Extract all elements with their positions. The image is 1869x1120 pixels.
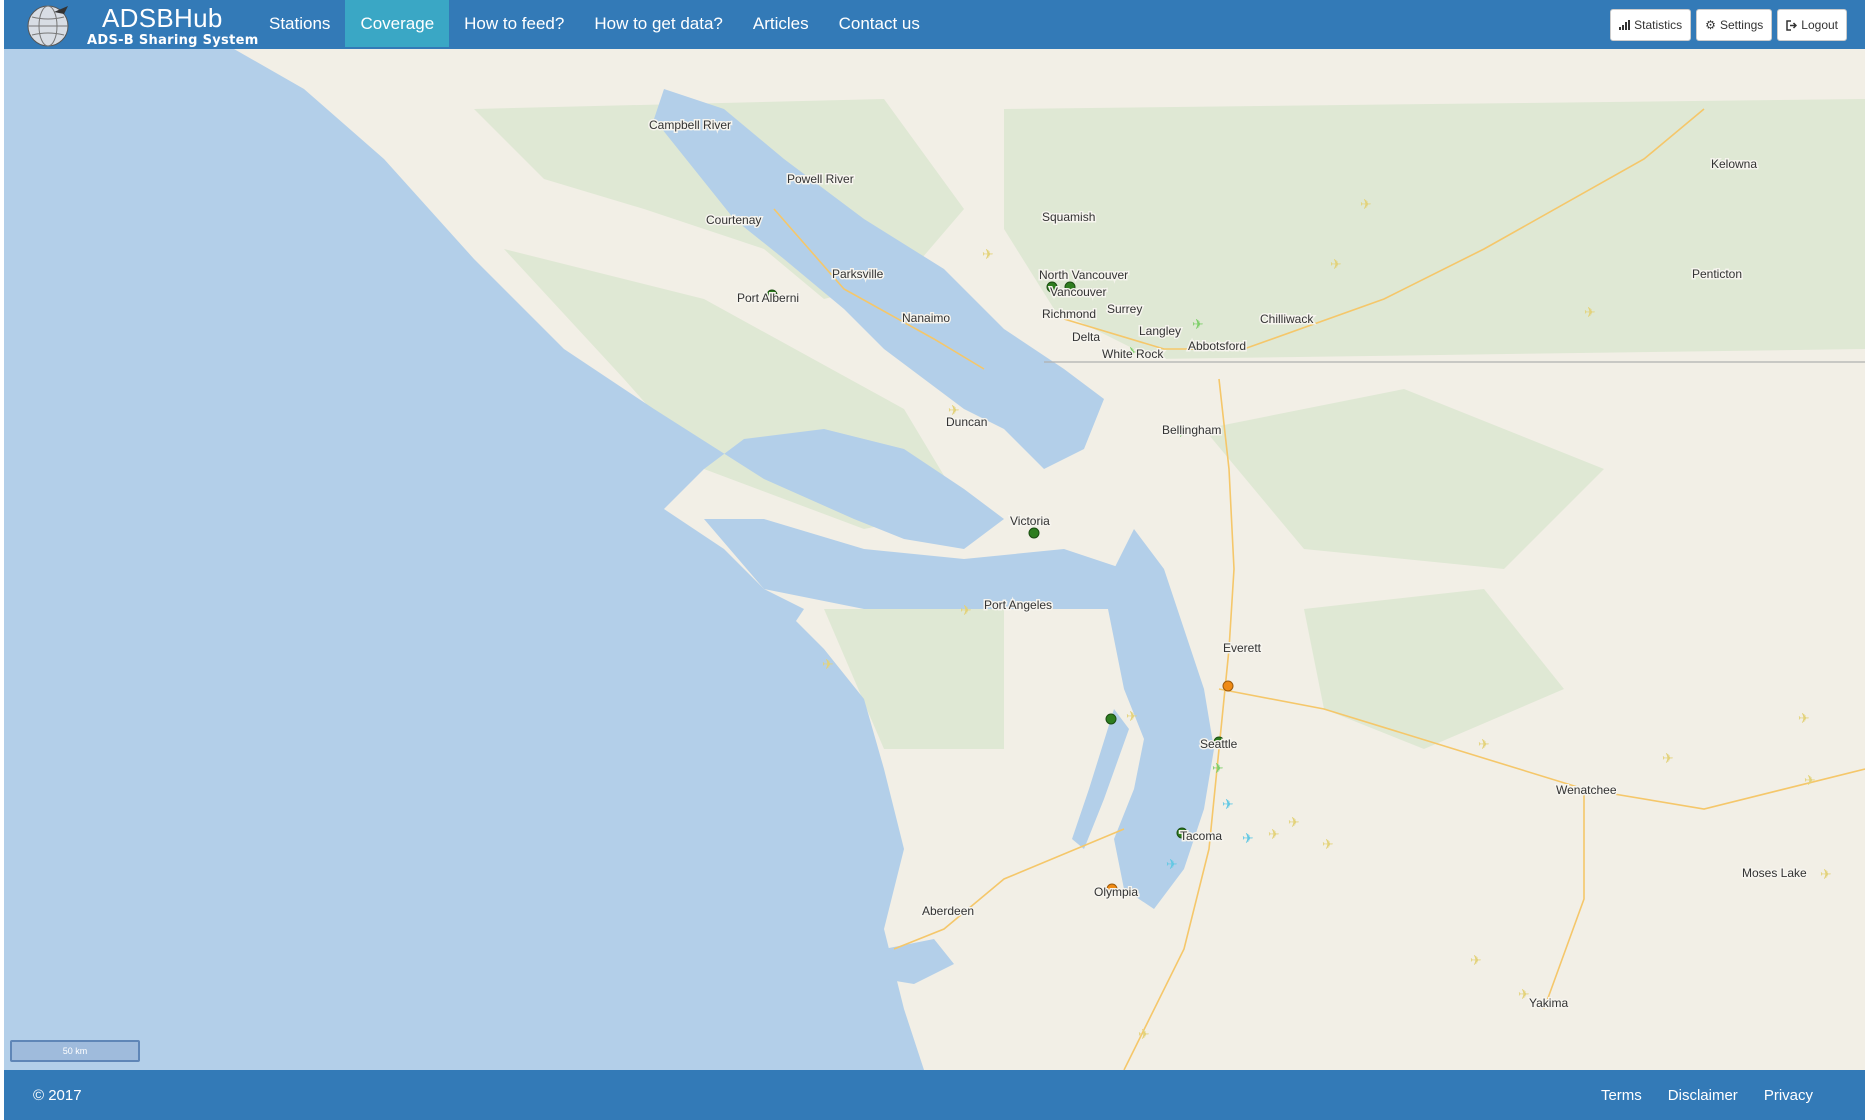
city-label: North Vancouver: [1039, 268, 1128, 282]
settings-button[interactable]: ⚙ Settings: [1696, 9, 1773, 41]
brand-title: ADSBHub: [102, 3, 223, 33]
plane-icon[interactable]: ✈: [1222, 796, 1234, 812]
nav-how-to-get-data[interactable]: How to get data?: [579, 0, 738, 47]
statistics-label: Statistics: [1634, 18, 1683, 32]
city-label: Penticton: [1692, 267, 1742, 281]
city-label: Everett: [1223, 641, 1262, 655]
plane-icon[interactable]: ✈: [1518, 986, 1530, 1002]
plane-icon[interactable]: ✈: [1166, 856, 1178, 872]
map-scale-bar: 50 km: [10, 1040, 140, 1062]
plane-icon[interactable]: ✈: [982, 246, 994, 262]
footer-links: Terms Disclaimer Privacy: [1601, 1087, 1813, 1104]
bar-chart-icon: [1619, 20, 1631, 30]
city-label: Nanaimo: [902, 311, 950, 325]
plane-icon[interactable]: ✈: [1330, 256, 1342, 272]
plane-icon[interactable]: ✈: [822, 656, 834, 672]
plane-icon[interactable]: ✈: [960, 602, 972, 618]
plane-icon[interactable]: ✈: [1322, 836, 1334, 852]
city-label: Bellingham: [1162, 423, 1221, 437]
footer-link-disclaimer[interactable]: Disclaimer: [1668, 1087, 1738, 1104]
city-label: Abbotsford: [1188, 339, 1246, 353]
plane-icon[interactable]: ✈: [1212, 760, 1224, 776]
city-label: Campbell River: [649, 118, 731, 132]
gear-icon: ⚙: [1705, 18, 1716, 32]
city-label: Parksville: [832, 267, 884, 281]
toolbar-buttons: Statistics ⚙ Settings Logout: [1610, 9, 1847, 41]
city-label: Delta: [1072, 330, 1100, 344]
nav-contact-us[interactable]: Contact us: [824, 0, 935, 47]
plane-icon[interactable]: ✈: [1192, 316, 1204, 332]
plane-icon[interactable]: ✈: [1360, 196, 1372, 212]
globe-plane-icon: [27, 5, 69, 47]
footer-link-privacy[interactable]: Privacy: [1764, 1087, 1813, 1104]
city-label: Duncan: [946, 415, 987, 429]
nav-stations[interactable]: Stations: [254, 0, 345, 47]
city-label: Olympia: [1094, 885, 1138, 899]
city-label: Port Alberni: [737, 291, 799, 305]
city-label: Chilliwack: [1260, 312, 1314, 326]
plane-icon[interactable]: ✈: [1804, 772, 1816, 788]
map-canvas[interactable]: ✈ ✈ ✈ ✈ ✈ ✈ ✈ ✈ ✈ ✈ ✈ ✈ ✈ ✈ ✈ ✈ ✈ ✈ ✈ ✈ …: [4, 49, 1865, 1070]
city-label: Moses Lake: [1742, 866, 1807, 880]
logout-button[interactable]: Logout: [1777, 9, 1847, 41]
city-label: Langley: [1139, 324, 1181, 338]
plane-icon[interactable]: ✈: [1662, 750, 1674, 766]
plane-icon[interactable]: ✈: [1126, 708, 1138, 724]
plane-icon[interactable]: ✈: [1798, 710, 1810, 726]
brand[interactable]: ADSBHub ADS-B Sharing System: [18, 0, 258, 49]
station-marker[interactable]: [1028, 527, 1040, 539]
copyright: © 2017: [33, 1087, 82, 1104]
footer-link-terms[interactable]: Terms: [1601, 1087, 1642, 1104]
nav-coverage[interactable]: Coverage: [345, 0, 450, 47]
city-label: Courtenay: [706, 213, 761, 227]
city-label: Kelowna: [1711, 157, 1757, 171]
city-label: White Rock: [1102, 347, 1164, 361]
footer: © 2017 Terms Disclaimer Privacy: [4, 1070, 1865, 1120]
plane-icon[interactable]: ✈: [1242, 830, 1254, 846]
city-label: Yakima: [1529, 996, 1568, 1010]
city-label: Aberdeen: [922, 904, 974, 918]
city-label: Vancouver: [1050, 285, 1106, 299]
city-label: Tacoma: [1180, 829, 1222, 843]
plane-icon[interactable]: ✈: [1820, 866, 1832, 882]
statistics-button[interactable]: Statistics: [1610, 9, 1692, 41]
settings-label: Settings: [1719, 18, 1764, 32]
brand-subtitle: ADS-B Sharing System: [87, 33, 259, 48]
top-navbar: ADSBHub ADS-B Sharing System Stations Co…: [4, 0, 1865, 49]
main-nav: Stations Coverage How to feed? How to ge…: [254, 0, 935, 49]
logout-icon: [1786, 19, 1798, 31]
city-label: Richmond: [1042, 307, 1096, 321]
nav-how-to-feed[interactable]: How to feed?: [449, 0, 579, 47]
plane-icon[interactable]: ✈: [1478, 736, 1490, 752]
city-label: Surrey: [1107, 302, 1142, 316]
coverage-map[interactable]: ✈ ✈ ✈ ✈ ✈ ✈ ✈ ✈ ✈ ✈ ✈ ✈ ✈ ✈ ✈ ✈ ✈ ✈ ✈ ✈ …: [4, 49, 1865, 1070]
plane-icon[interactable]: ✈: [1268, 826, 1280, 842]
city-label: Seattle: [1200, 737, 1238, 751]
city-label: Powell River: [787, 172, 854, 186]
plane-icon[interactable]: ✈: [1470, 952, 1482, 968]
plane-icon[interactable]: ✈: [1584, 304, 1596, 320]
city-label: Squamish: [1042, 210, 1095, 224]
station-marker[interactable]: [1105, 713, 1117, 725]
plane-icon[interactable]: ✈: [1288, 814, 1300, 830]
nav-articles[interactable]: Articles: [738, 0, 824, 47]
city-label: Port Angeles: [984, 598, 1052, 612]
city-label: Wenatchee: [1556, 783, 1617, 797]
plane-icon[interactable]: ✈: [1138, 1026, 1150, 1042]
station-marker-orange[interactable]: [1222, 680, 1234, 692]
logout-label: Logout: [1801, 18, 1838, 32]
city-label: Victoria: [1010, 514, 1050, 528]
